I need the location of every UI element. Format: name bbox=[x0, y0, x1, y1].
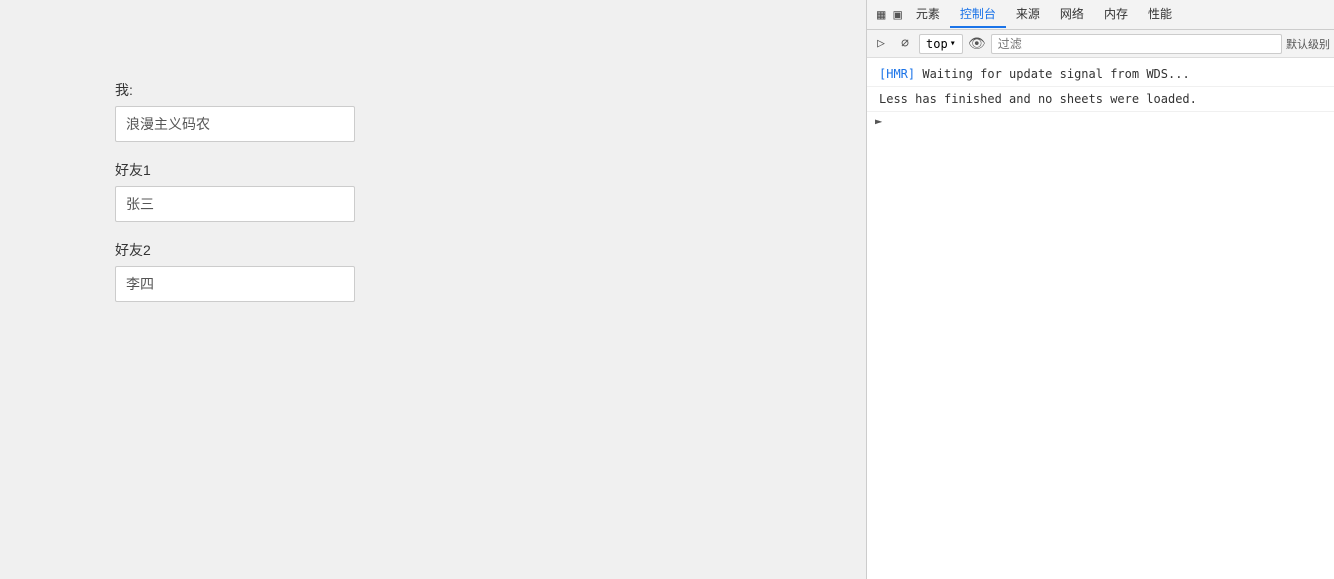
clear-console-button[interactable]: ▷ bbox=[871, 34, 891, 54]
context-value: top bbox=[926, 37, 948, 51]
tab-network[interactable]: 网络 bbox=[1050, 1, 1094, 28]
tab-sources[interactable]: 来源 bbox=[1006, 1, 1050, 28]
friend2-field-group: 好友2 李四 bbox=[115, 240, 866, 302]
filter-input[interactable] bbox=[991, 34, 1282, 54]
friend1-input[interactable]: 张三 bbox=[115, 186, 355, 222]
friend2-input[interactable]: 李四 bbox=[115, 266, 355, 302]
hmr-message-text: Waiting for update signal from WDS... bbox=[922, 67, 1189, 81]
friend2-label: 好友2 bbox=[115, 240, 866, 260]
tab-console[interactable]: 控制台 bbox=[950, 1, 1006, 28]
context-selector[interactable]: top ▾ bbox=[919, 34, 963, 54]
no-entry-button[interactable]: ∅ bbox=[895, 34, 915, 54]
me-input[interactable]: 浪漫主义码农 bbox=[115, 106, 355, 142]
friend1-field-group: 好友1 张三 bbox=[115, 160, 866, 222]
less-message-text: Less has finished and no sheets were loa… bbox=[879, 92, 1197, 106]
console-toolbar: ▷ ∅ top ▾ 👁 默认级别 bbox=[867, 30, 1334, 58]
eye-button[interactable]: 👁 bbox=[967, 34, 987, 54]
arrow-icon: ► bbox=[875, 114, 882, 128]
inspect-icon[interactable]: ▣ bbox=[889, 5, 905, 25]
console-messages: [HMR] Waiting for update signal from WDS… bbox=[867, 58, 1334, 579]
console-message-hmr: [HMR] Waiting for update signal from WDS… bbox=[867, 62, 1334, 87]
tab-performance[interactable]: 性能 bbox=[1138, 1, 1182, 28]
console-expand-arrow[interactable]: ► bbox=[867, 112, 1334, 130]
main-panel: 我: 浪漫主义码农 好友1 张三 好友2 李四 bbox=[0, 0, 866, 579]
tab-elements[interactable]: 元素 bbox=[906, 1, 950, 28]
devtools-panel: ▦ ▣ 元素 控制台 来源 网络 内存 性能 ▷ ∅ top ▾ 👁 默认级别 bbox=[866, 0, 1334, 579]
devtools-top-tabs: ▦ ▣ 元素 控制台 来源 网络 内存 性能 bbox=[867, 0, 1334, 30]
chevron-down-icon: ▾ bbox=[950, 38, 956, 49]
me-field-group: 我: 浪漫主义码农 bbox=[115, 80, 866, 142]
me-label: 我: bbox=[115, 80, 866, 100]
sidebar-toggle-icon[interactable]: ▦ bbox=[873, 5, 889, 25]
tab-memory[interactable]: 内存 bbox=[1094, 1, 1138, 28]
hmr-tag: [HMR] bbox=[879, 67, 915, 81]
friend1-label: 好友1 bbox=[115, 160, 866, 180]
level-selector[interactable]: 默认级别 bbox=[1286, 36, 1330, 52]
console-message-less: Less has finished and no sheets were loa… bbox=[867, 87, 1334, 112]
